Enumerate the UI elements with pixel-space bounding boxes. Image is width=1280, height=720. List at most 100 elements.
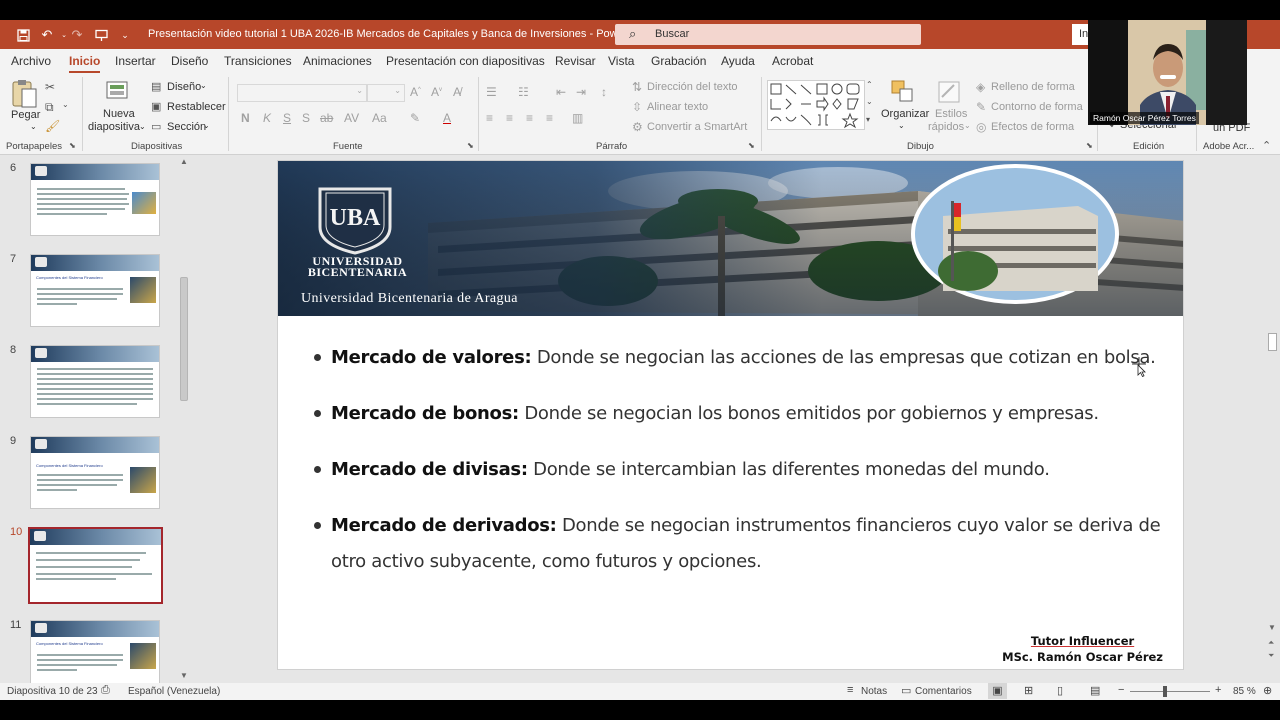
tab-animaciones[interactable]: Animaciones [303,54,372,68]
font-size-dropdown[interactable]: ⌄ [367,84,405,102]
clear-format-icon[interactable]: A̸ [453,85,461,99]
layout-dropdown-icon[interactable]: ⌄ [200,81,207,90]
char-spacing-icon[interactable]: AV [344,111,359,125]
new-slide-dropdown-icon[interactable]: ⌄ [139,122,146,131]
thumbnail-scrollbar[interactable] [177,155,191,683]
slide-scroll-down-icon[interactable]: ▼ [1268,623,1276,632]
arrange-dropdown-icon[interactable]: ⌄ [898,121,905,130]
quick-styles-icon[interactable] [936,79,962,105]
slide-thumbnail-6[interactable] [30,163,160,236]
shape-outline-button[interactable]: Contorno de forma [991,101,1083,113]
shape-outline-icon[interactable]: ✎ [976,100,986,114]
tab-diseno[interactable]: Diseño [171,54,208,68]
tab-insertar[interactable]: Insertar [115,54,156,68]
zoom-in-icon[interactable]: + [1215,684,1221,696]
align-right-icon[interactable]: ≡ [526,111,533,125]
dibujo-launcher-icon[interactable]: ⬊ [1086,141,1093,150]
redo-icon[interactable]: ↷ [68,26,86,44]
section-dropdown-icon[interactable]: ⌄ [203,121,210,130]
slide-thumbnail-10[interactable] [28,527,163,604]
strikethrough-icon[interactable]: ab [320,111,333,125]
section-button[interactable]: Sección [167,121,206,133]
zoom-slider-thumb[interactable] [1163,686,1167,697]
slide-canvas[interactable]: UBA UNIVERSIDAD BICENTENARIA Universidad… [277,160,1184,670]
fit-to-window-icon[interactable]: ⊕ [1263,684,1272,697]
new-slide-icon[interactable] [103,79,131,105]
tab-transiciones[interactable]: Transiciones [224,54,292,68]
slide-counter[interactable]: Diapositiva 10 de 23 [7,686,98,697]
layout-button[interactable]: Diseño [167,81,201,93]
slide-thumbnail-7[interactable]: Componentes del Sistema Financiero [30,254,160,327]
justify-icon[interactable]: ≡ [546,111,553,125]
tab-grabacion[interactable]: Grabación [651,54,706,68]
reading-view-icon[interactable]: ▯ [1057,684,1063,697]
previous-slide-icon[interactable]: ⏶ [1268,638,1274,648]
align-text-icon[interactable]: ⇳ [632,100,642,114]
arrange-icon[interactable] [890,79,916,105]
paste-dropdown-icon[interactable]: ⌄ [30,122,37,131]
cut-icon[interactable]: ✂ [45,80,55,94]
customize-toolbar-icon[interactable]: ⌄ [116,26,134,44]
smartart-button[interactable]: Convertir a SmartArt [647,121,747,133]
language-indicator[interactable]: Español (Venezuela) [128,686,220,697]
line-spacing-icon[interactable]: ↕ [601,85,607,99]
bullet-list[interactable]: Mercado de valores: Donde se negocian la… [314,339,1174,599]
slideshow-view-icon[interactable]: ▤ [1090,684,1100,697]
numbering-icon[interactable]: ☷ [518,85,529,99]
shape-fill-icon[interactable]: ◈ [976,80,985,94]
reset-icon[interactable]: ▣ [151,100,161,113]
layout-icon[interactable]: ▤ [151,80,161,93]
thumbnail-scroll-up-icon[interactable]: ▲ [180,157,188,166]
thumbnail-scroll-down-icon[interactable]: ▼ [180,671,188,680]
slide-thumbnail-pane[interactable]: 6 7 Componentes del Sistema Financiero 8 [0,155,193,693]
save-icon[interactable] [14,26,32,44]
shapes-more-icon[interactable]: ▾ [866,115,870,124]
tab-archivo[interactable]: Archivo [11,54,51,68]
parrafo-launcher-icon[interactable]: ⬊ [748,141,755,150]
bullets-icon[interactable]: ☰ [486,85,497,99]
copy-icon[interactable]: ⧉ [45,100,54,115]
notes-icon[interactable]: ≡ [847,684,853,696]
tab-inicio[interactable]: Inicio [69,54,101,74]
arrange-button[interactable]: Organizar [881,108,929,120]
undo-icon[interactable]: ↶ [38,26,56,44]
shadow-icon[interactable]: S [302,111,310,125]
italic-icon[interactable]: K [263,111,271,125]
font-color-icon[interactable]: A [443,111,451,125]
tab-revisar[interactable]: Revisar [555,54,596,68]
present-icon[interactable] [92,26,110,44]
highlight-icon[interactable]: ✎ [410,111,420,125]
normal-view-icon[interactable]: ▣ [988,683,1007,699]
shape-fill-button[interactable]: Relleno de forma [991,81,1075,93]
tab-ayuda[interactable]: Ayuda [721,54,755,68]
smartart-icon[interactable]: ⚙ [632,120,643,134]
tab-acrobat[interactable]: Acrobat [772,54,813,68]
slide-scrollbar-thumb[interactable] [1268,333,1277,351]
text-direction-button[interactable]: Dirección del texto [647,81,738,93]
reset-button[interactable]: Restablecer [167,101,226,113]
thumbnail-scrollbar-thumb[interactable] [180,277,188,401]
notes-button[interactable]: Notas [861,686,887,697]
paste-icon[interactable] [10,79,38,109]
zoom-level[interactable]: 85 % [1233,686,1256,697]
section-icon[interactable]: ▭ [151,120,161,133]
decrease-indent-icon[interactable]: ⇤ [556,85,566,99]
portapapeles-launcher-icon[interactable]: ⬊ [69,141,76,150]
tab-presentacion[interactable]: Presentación con diapositivas [386,54,545,68]
search-box[interactable]: ⌕ Buscar [615,24,921,45]
new-slide-label-2[interactable]: diapositiva [88,121,140,133]
underline-icon[interactable]: S [283,111,291,125]
slide-thumbnail-9[interactable]: Componentes del Sistema Financiero [30,436,160,509]
zoom-out-icon[interactable]: − [1118,684,1124,696]
grow-font-icon[interactable]: A^ [410,85,421,99]
zoom-slider[interactable] [1130,691,1210,692]
shapes-gallery[interactable] [767,80,865,130]
slide-scrollbar[interactable] [1265,155,1280,683]
font-family-dropdown[interactable]: ⌄ [237,84,367,102]
increase-indent-icon[interactable]: ⇥ [576,85,586,99]
shape-effects-button[interactable]: Efectos de forma [991,121,1074,133]
change-case-icon[interactable]: Aa [372,111,387,125]
align-text-button[interactable]: Alinear texto [647,101,708,113]
align-center-icon[interactable]: ≡ [506,111,513,125]
shapes-scroll-up-icon[interactable]: ⌃ [866,80,873,89]
